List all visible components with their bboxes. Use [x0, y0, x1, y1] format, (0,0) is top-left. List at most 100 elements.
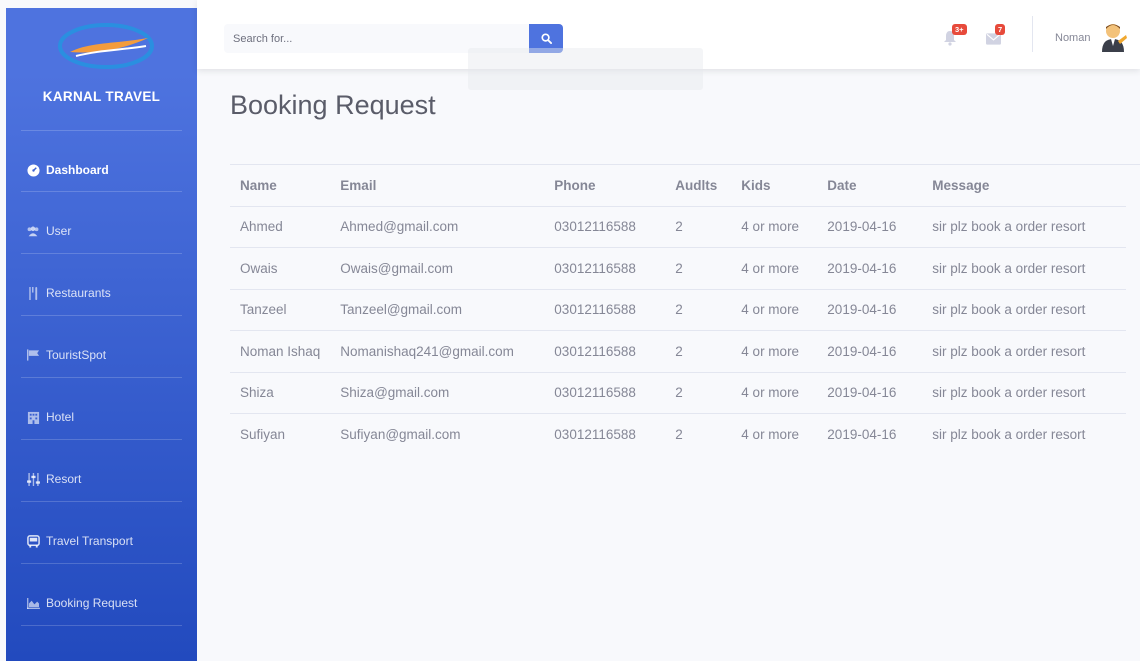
sidebar-item-hotel[interactable]: Hotel: [6, 387, 197, 447]
column-header-adults[interactable]: Audlts: [665, 165, 732, 207]
sidebar-item-resort[interactable]: Resort: [6, 449, 197, 509]
column-header-phone[interactable]: Phone: [544, 165, 666, 207]
sidebar-divider: [21, 315, 182, 316]
flag-icon: [26, 348, 40, 362]
table-row: Noman Ishaq Nomanishaq241@gmail.com 0301…: [230, 330, 1127, 373]
sidebar-divider: [21, 253, 182, 254]
cell-date: 2019-04-16: [817, 330, 923, 373]
cell-adults: 2: [665, 330, 732, 373]
cell-adults: 2: [665, 372, 732, 414]
brand-logo-icon[interactable]: [56, 20, 156, 72]
brand-name[interactable]: KARNAL TRAVEL: [6, 89, 197, 104]
tachometer-icon: [26, 163, 40, 177]
table-row: Owais Owais@gmail.com 03012116588 2 4 or…: [230, 247, 1127, 290]
cell-name: Shiza: [230, 372, 331, 414]
column-header-email[interactable]: Email: [330, 165, 545, 207]
cell-email: Ahmed@gmail.com: [330, 206, 545, 248]
cell-adults: 2: [665, 247, 732, 290]
sidebar: KARNAL TRAVEL Dashboard User Restaurants…: [6, 8, 197, 661]
bus-icon: [26, 534, 40, 548]
cell-name: Noman Ishaq: [230, 330, 331, 373]
cell-date: 2019-04-16: [817, 289, 923, 331]
cell-email: Shiza@gmail.com: [330, 372, 545, 414]
chart-area-icon: [26, 596, 40, 610]
cell-message: sir plz book a order resort: [922, 330, 1127, 373]
topbar: 3+ 7 Noman: [197, 0, 1140, 90]
cell-date: 2019-04-16: [827, 427, 897, 442]
sidebar-item-label: Hotel: [46, 410, 75, 424]
cell-kids: 4 or more: [731, 206, 818, 248]
alerts-button[interactable]: 3+: [943, 24, 967, 47]
cell-date: 2019-04-16: [817, 247, 923, 290]
dropdown-ghost: [468, 48, 703, 90]
cell-message: sir plz book a order resort: [922, 372, 1127, 414]
sidebar-item-travel-transport[interactable]: Travel Transport: [6, 511, 197, 571]
cell-kids: 4 or more: [731, 247, 818, 290]
table-header-row: Name Email Phone Audlts Kids Date Messag…: [230, 165, 1127, 207]
users-icon: [26, 224, 40, 238]
cell-kids: 4 or more: [731, 330, 818, 373]
page-title: Booking Request: [230, 90, 436, 120]
building-icon: [26, 410, 40, 424]
user-name[interactable]: Noman: [1055, 32, 1090, 44]
sidebar-divider: [21, 563, 182, 564]
sidebar-divider: [21, 439, 182, 440]
sidebar-item-label: TouristSpot: [46, 348, 107, 362]
column-header-name[interactable]: Name: [230, 165, 331, 207]
cell-email: Tanzeel@gmail.com: [330, 289, 545, 331]
cell-phone: 03012116588: [544, 330, 666, 373]
sidebar-divider: [21, 501, 182, 502]
sidebar-divider: [21, 625, 182, 626]
sidebar-item-label: Dashboard: [46, 163, 109, 177]
cell-phone: 03012116588: [544, 372, 666, 414]
sidebar-divider: [21, 377, 182, 378]
cell-phone: 03012116588: [544, 289, 666, 331]
cell-adults: 2: [665, 289, 732, 331]
sidebar-divider: [21, 191, 182, 192]
cell-name: Tanzeel: [230, 289, 331, 331]
table-row: Sufiyan Sufiyan@gmail.com 03012116588 2 …: [230, 414, 1126, 456]
sliders-icon: [26, 472, 40, 486]
search-icon: [540, 33, 552, 44]
sidebar-item-label: Travel Transport: [46, 534, 133, 548]
cell-date: 2019-04-16: [817, 206, 923, 248]
cell-message: sir plz book a order resort: [922, 247, 1127, 290]
sidebar-item-label: User: [46, 224, 72, 238]
column-header-date[interactable]: Date: [817, 165, 923, 207]
cell-adults: 2: [665, 206, 732, 248]
column-header-kids[interactable]: Kids: [731, 165, 818, 207]
sidebar-item-label: Booking Request: [46, 596, 138, 610]
cell-email: Sufiyan@gmail.com: [340, 427, 461, 442]
cell-email: Nomanishaq241@gmail.com: [330, 330, 545, 373]
cell-message: sir plz book a order resort: [922, 289, 1127, 331]
column-header-message[interactable]: Message: [922, 165, 1127, 207]
cell-kids: 4 or more: [741, 427, 800, 442]
cell-kids: 4 or more: [731, 372, 818, 414]
table-row: Shiza Shiza@gmail.com 03012116588 2 4 or…: [230, 372, 1127, 414]
messages-badge: 7: [995, 24, 1006, 35]
cell-phone: 03012116588: [544, 206, 666, 248]
messages-button[interactable]: 7: [986, 24, 1010, 47]
cell-name: Owais: [230, 247, 331, 290]
table-row: Ahmed Ahmed@gmail.com 03012116588 2 4 or…: [230, 206, 1127, 248]
cell-adults: 2: [675, 427, 683, 442]
table-row: Tanzeel Tanzeel@gmail.com 03012116588 2 …: [230, 289, 1127, 331]
sidebar-item-touristspot[interactable]: TouristSpot: [6, 325, 197, 385]
sidebar-item-label: Restaurants: [46, 286, 111, 300]
cell-kids: 4 or more: [731, 289, 818, 331]
cell-phone: 03012116588: [554, 427, 636, 442]
utensils-icon: [26, 286, 40, 300]
cell-date: 2019-04-16: [817, 372, 923, 414]
sidebar-item-label: Resort: [46, 472, 82, 486]
cell-phone: 03012116588: [544, 247, 666, 290]
topbar-divider: [1032, 16, 1033, 52]
cell-name: Ahmed: [230, 206, 331, 248]
sidebar-item-restaurants[interactable]: Restaurants: [6, 263, 197, 323]
cell-email: Owais@gmail.com: [330, 247, 545, 290]
cell-message: sir plz book a order resort: [932, 427, 1086, 442]
alerts-badge: 3+: [952, 24, 967, 35]
cell-name: Sufiyan: [240, 427, 286, 442]
sidebar-item-booking-request[interactable]: Booking Request: [6, 573, 197, 633]
avatar-icon[interactable]: [1100, 22, 1128, 52]
sidebar-item-user[interactable]: User: [6, 201, 197, 261]
